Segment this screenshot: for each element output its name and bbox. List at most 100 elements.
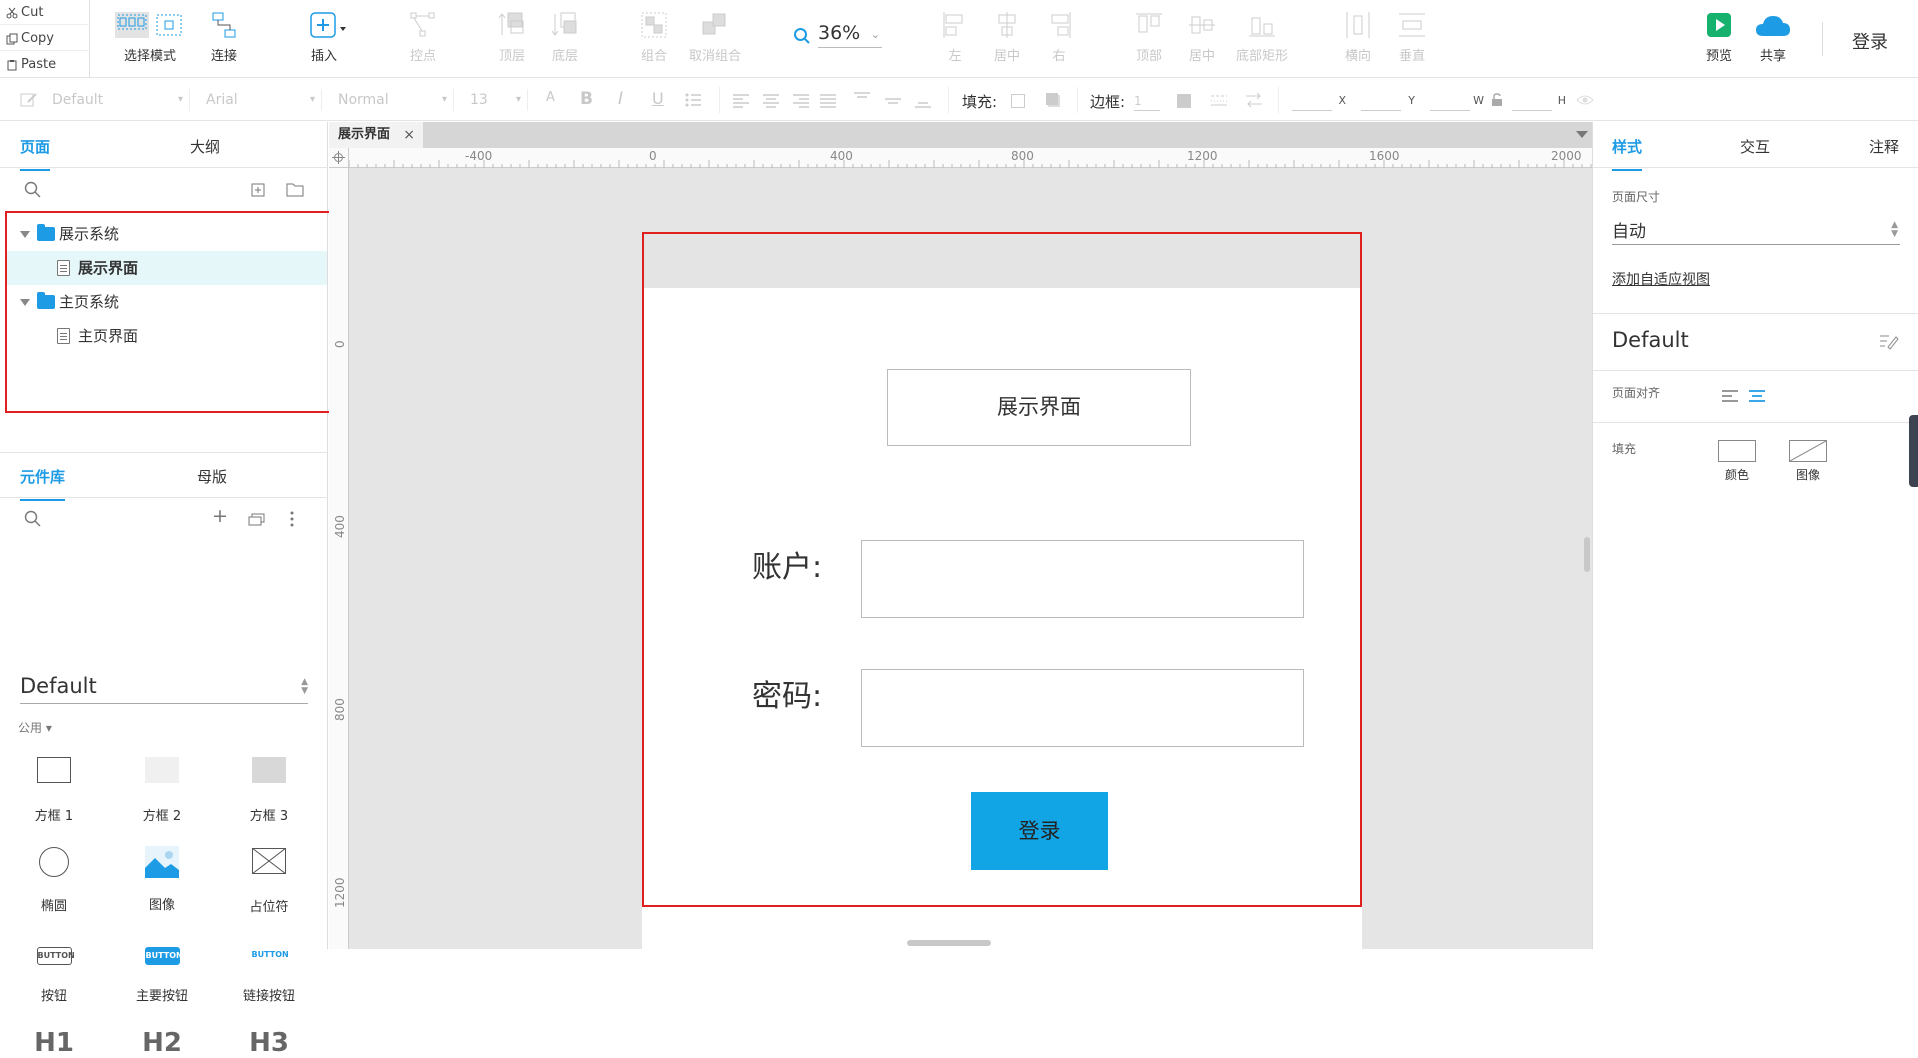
tab-widget-library[interactable]: 元件库	[20, 466, 66, 501]
align-left-button[interactable]: 左	[937, 10, 973, 64]
vertical-scrollbar[interactable]	[1584, 537, 1590, 572]
copy-button[interactable]: Copy	[0, 26, 90, 51]
widget-box1[interactable]: 方框 1	[9, 752, 99, 824]
more-vertical-icon[interactable]	[290, 511, 294, 527]
weight-select[interactable]: Normal ▾	[332, 89, 454, 111]
add-library-icon[interactable]: +	[212, 505, 228, 527]
align-right-button[interactable]: 右	[1041, 10, 1077, 64]
page-align-left-icon[interactable]	[1721, 389, 1739, 403]
library-select[interactable]: Default ▲ ▼	[20, 674, 308, 704]
fill-image-option[interactable]: 图像	[1778, 440, 1838, 483]
widget-box2[interactable]: 方框 2	[117, 752, 207, 824]
h-input[interactable]: H	[1512, 91, 1566, 111]
border-style-icon[interactable]	[1210, 91, 1228, 109]
align-middle-button[interactable]: 居中	[1184, 10, 1220, 64]
add-adaptive-view-link[interactable]: 添加自适应视图	[1612, 269, 1710, 289]
edit-style-icon[interactable]	[1879, 332, 1899, 350]
widget-primary-button[interactable]: BUTTON 主要按钮	[117, 937, 207, 1004]
valign-bottom-icon[interactable]	[914, 91, 932, 109]
page-align-center-icon[interactable]	[1748, 389, 1766, 403]
distribute-horizontal-button[interactable]: 横向	[1340, 10, 1376, 64]
horizontal-ruler[interactable]: -400 0 400 800 1200 1600 2000	[349, 148, 1592, 168]
select-mode-button[interactable]: 选择模式	[110, 10, 190, 64]
italic-icon[interactable]: I	[618, 89, 623, 109]
distribute-vertical-button[interactable]: 垂直	[1394, 10, 1430, 64]
tab-outline[interactable]: 大纲	[190, 136, 220, 157]
widget-h1[interactable]: H1	[9, 1028, 99, 1058]
underline-icon[interactable]: U	[652, 89, 664, 108]
zoom-select[interactable]: 36% ⌄	[818, 22, 882, 48]
tab-notes[interactable]: 注释	[1869, 136, 1899, 157]
share-button[interactable]: 共享	[1751, 10, 1795, 64]
fill-color-option[interactable]: 颜色	[1707, 440, 1767, 483]
add-page-icon[interactable]	[251, 183, 265, 197]
font-select[interactable]: Arial ▾	[200, 89, 322, 111]
border-color-swatch[interactable]	[1177, 94, 1191, 108]
align-text-left-icon[interactable]	[732, 91, 750, 109]
valign-middle-icon[interactable]	[884, 91, 902, 109]
manage-library-icon[interactable]	[248, 512, 266, 526]
ruler-label: 1200	[1187, 149, 1218, 163]
align-text-right-icon[interactable]	[792, 91, 810, 109]
tab-dropdown-icon[interactable]	[1576, 131, 1588, 138]
style-select[interactable]: Default ▾	[46, 89, 190, 111]
align-top-button[interactable]: 顶部	[1131, 10, 1167, 64]
tab-pages[interactable]: 页面	[20, 136, 51, 171]
font-size-select[interactable]: 13 ▾	[464, 89, 528, 111]
fill-color-swatch[interactable]	[1011, 94, 1025, 108]
connect-button[interactable]: 连接	[206, 10, 242, 64]
preview-button[interactable]: 预览	[1701, 10, 1737, 64]
arrow-style-icon[interactable]	[1245, 91, 1263, 109]
align-center-button[interactable]: 居中	[989, 10, 1025, 64]
w-input[interactable]: W	[1430, 91, 1484, 111]
library-value: Default	[20, 674, 97, 698]
visibility-eye-icon[interactable]	[1576, 93, 1594, 107]
valign-top-icon[interactable]	[853, 91, 871, 109]
align-bottom-button[interactable]: 底部矩形	[1232, 10, 1292, 64]
widget-group-label[interactable]: 公用 ▾	[18, 719, 52, 736]
close-icon[interactable]: ×	[403, 122, 415, 148]
login-link[interactable]: 登录	[1852, 28, 1888, 54]
shadow-icon[interactable]	[1044, 91, 1062, 109]
cut-button[interactable]: Cut	[0, 0, 90, 25]
canvas-area[interactable]: 展示界面 × -400 0 400 800 1200 1600 2000 0 4…	[329, 122, 1592, 949]
search-icon[interactable]	[24, 181, 42, 199]
widget-h3[interactable]: H3	[224, 1028, 314, 1058]
align-left-label: 左	[948, 49, 962, 64]
widget-ellipse[interactable]: 椭圆	[9, 844, 99, 914]
x-input[interactable]: X	[1292, 91, 1346, 111]
bullet-list-icon[interactable]	[684, 91, 702, 109]
add-folder-icon[interactable]	[286, 182, 304, 197]
document-tab[interactable]: 展示界面 ×	[329, 122, 423, 148]
horizontal-scrollbar[interactable]	[907, 940, 991, 946]
search-icon[interactable]	[24, 510, 42, 528]
bring-to-front-button[interactable]: 顶层	[494, 10, 530, 64]
vertical-ruler[interactable]: 0 400 800 1200	[329, 168, 349, 949]
y-input[interactable]: Y	[1361, 91, 1415, 111]
align-text-center-icon[interactable]	[762, 91, 780, 109]
font-color-icon[interactable]: A	[546, 90, 555, 105]
widget-button[interactable]: BUTTON 按钮	[9, 937, 99, 1004]
tab-style[interactable]: 样式	[1612, 136, 1643, 171]
widget-image[interactable]: 图像	[117, 844, 207, 913]
insert-button[interactable]: 插入	[303, 10, 353, 64]
send-to-back-button[interactable]: 底层	[547, 10, 583, 64]
ruler-label: 2000	[1551, 149, 1582, 163]
widget-placeholder[interactable]: 占位符	[224, 844, 314, 915]
group-button[interactable]: 组合	[636, 10, 672, 64]
tab-masters[interactable]: 母版	[197, 466, 227, 487]
bold-icon[interactable]: B	[580, 89, 593, 109]
justify-text-icon[interactable]	[819, 91, 837, 109]
page-size-select[interactable]: 自动 ▲ ▼	[1612, 217, 1900, 245]
ungroup-button[interactable]: 取消组合	[689, 10, 741, 64]
lock-icon[interactable]	[1491, 93, 1503, 107]
widget-h2[interactable]: H2	[117, 1028, 207, 1058]
widget-link-button[interactable]: BUTTON 链接按钮	[224, 937, 314, 1004]
side-panel-handle[interactable]	[1909, 415, 1918, 487]
widget-label: 方框 3	[249, 809, 289, 824]
anchor-button[interactable]: 控点	[405, 10, 441, 64]
border-width-input[interactable]: 1	[1134, 91, 1160, 111]
tab-interaction[interactable]: 交互	[1740, 136, 1770, 157]
paste-button[interactable]: Paste	[0, 52, 90, 77]
widget-box3[interactable]: 方框 3	[224, 752, 314, 824]
